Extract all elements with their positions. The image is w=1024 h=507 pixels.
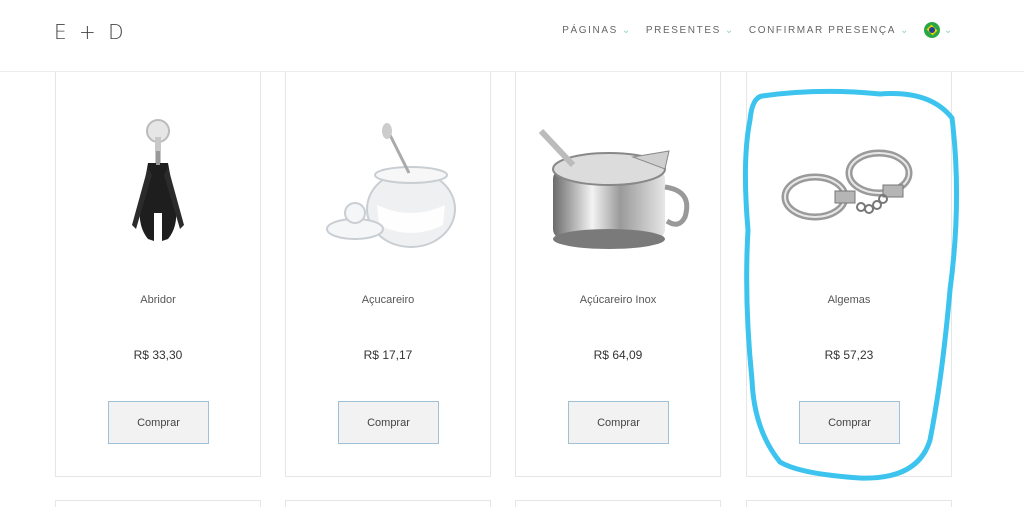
product-card-abridor: Abridor R$ 33,30 Comprar bbox=[55, 72, 261, 477]
nav-item-label: PRESENTES bbox=[645, 24, 721, 36]
buy-button[interactable]: Comprar bbox=[799, 401, 900, 444]
product-price: R$ 57,23 bbox=[824, 348, 874, 362]
product-card-next-row bbox=[285, 500, 491, 507]
buy-button[interactable]: Comprar bbox=[338, 401, 439, 444]
product-price: R$ 64,09 bbox=[593, 348, 643, 362]
product-card-acucareiro: Açucareiro R$ 17,17 Comprar bbox=[285, 72, 491, 477]
corkscrew-icon bbox=[132, 119, 184, 241]
product-card-next-row bbox=[746, 500, 952, 507]
chevron-down-icon: ⌄ bbox=[944, 24, 954, 36]
sugar-bowl-icon bbox=[326, 123, 456, 248]
site-logo[interactable]: E + D bbox=[54, 20, 127, 44]
product-price: R$ 17,17 bbox=[363, 348, 413, 362]
product-name: Açucareiro bbox=[361, 294, 415, 306]
product-card-next-row bbox=[515, 500, 721, 507]
nav-item-confirmar-presenca[interactable]: CONFIRMAR PRESENÇA ⌄ bbox=[749, 25, 910, 36]
language-selector[interactable]: ⌄ bbox=[924, 22, 954, 38]
product-image[interactable] bbox=[747, 102, 951, 272]
product-card-next-row bbox=[55, 500, 261, 507]
product-card-algemas: Algemas R$ 57,23 Comprar bbox=[746, 72, 952, 477]
nav-item-paginas[interactable]: PÁGINAS ⌄ bbox=[562, 25, 632, 36]
product-image[interactable] bbox=[516, 102, 720, 272]
stainless-sugar-bowl-icon bbox=[538, 128, 690, 249]
handcuffs-icon bbox=[781, 149, 913, 221]
product-image[interactable] bbox=[286, 102, 490, 272]
product-name: Abridor bbox=[140, 294, 176, 306]
buy-button[interactable]: Comprar bbox=[108, 401, 209, 444]
chevron-down-icon: ⌄ bbox=[724, 24, 735, 36]
product-name: Açúcareiro Inox bbox=[579, 294, 657, 306]
product-name: Algemas bbox=[827, 294, 871, 306]
product-card-acucareiro-inox: Açúcareiro Inox R$ 64,09 Comprar bbox=[515, 72, 721, 477]
chevron-down-icon: ⌄ bbox=[900, 24, 911, 36]
nav-item-label: CONFIRMAR PRESENÇA bbox=[748, 24, 897, 36]
chevron-down-icon: ⌄ bbox=[621, 24, 632, 36]
nav-item-label: PÁGINAS bbox=[562, 24, 618, 36]
site-header: E + D PÁGINAS ⌄ PRESENTES ⌄ CONFIRMAR PR… bbox=[0, 0, 1024, 72]
buy-button[interactable]: Comprar bbox=[568, 401, 669, 444]
brazil-flag-icon bbox=[924, 22, 941, 38]
nav-item-presentes[interactable]: PRESENTES ⌄ bbox=[646, 25, 735, 36]
product-price: R$ 33,30 bbox=[133, 348, 183, 362]
product-image[interactable] bbox=[56, 102, 260, 272]
main-nav: PÁGINAS ⌄ PRESENTES ⌄ CONFIRMAR PRESENÇA… bbox=[562, 22, 954, 38]
